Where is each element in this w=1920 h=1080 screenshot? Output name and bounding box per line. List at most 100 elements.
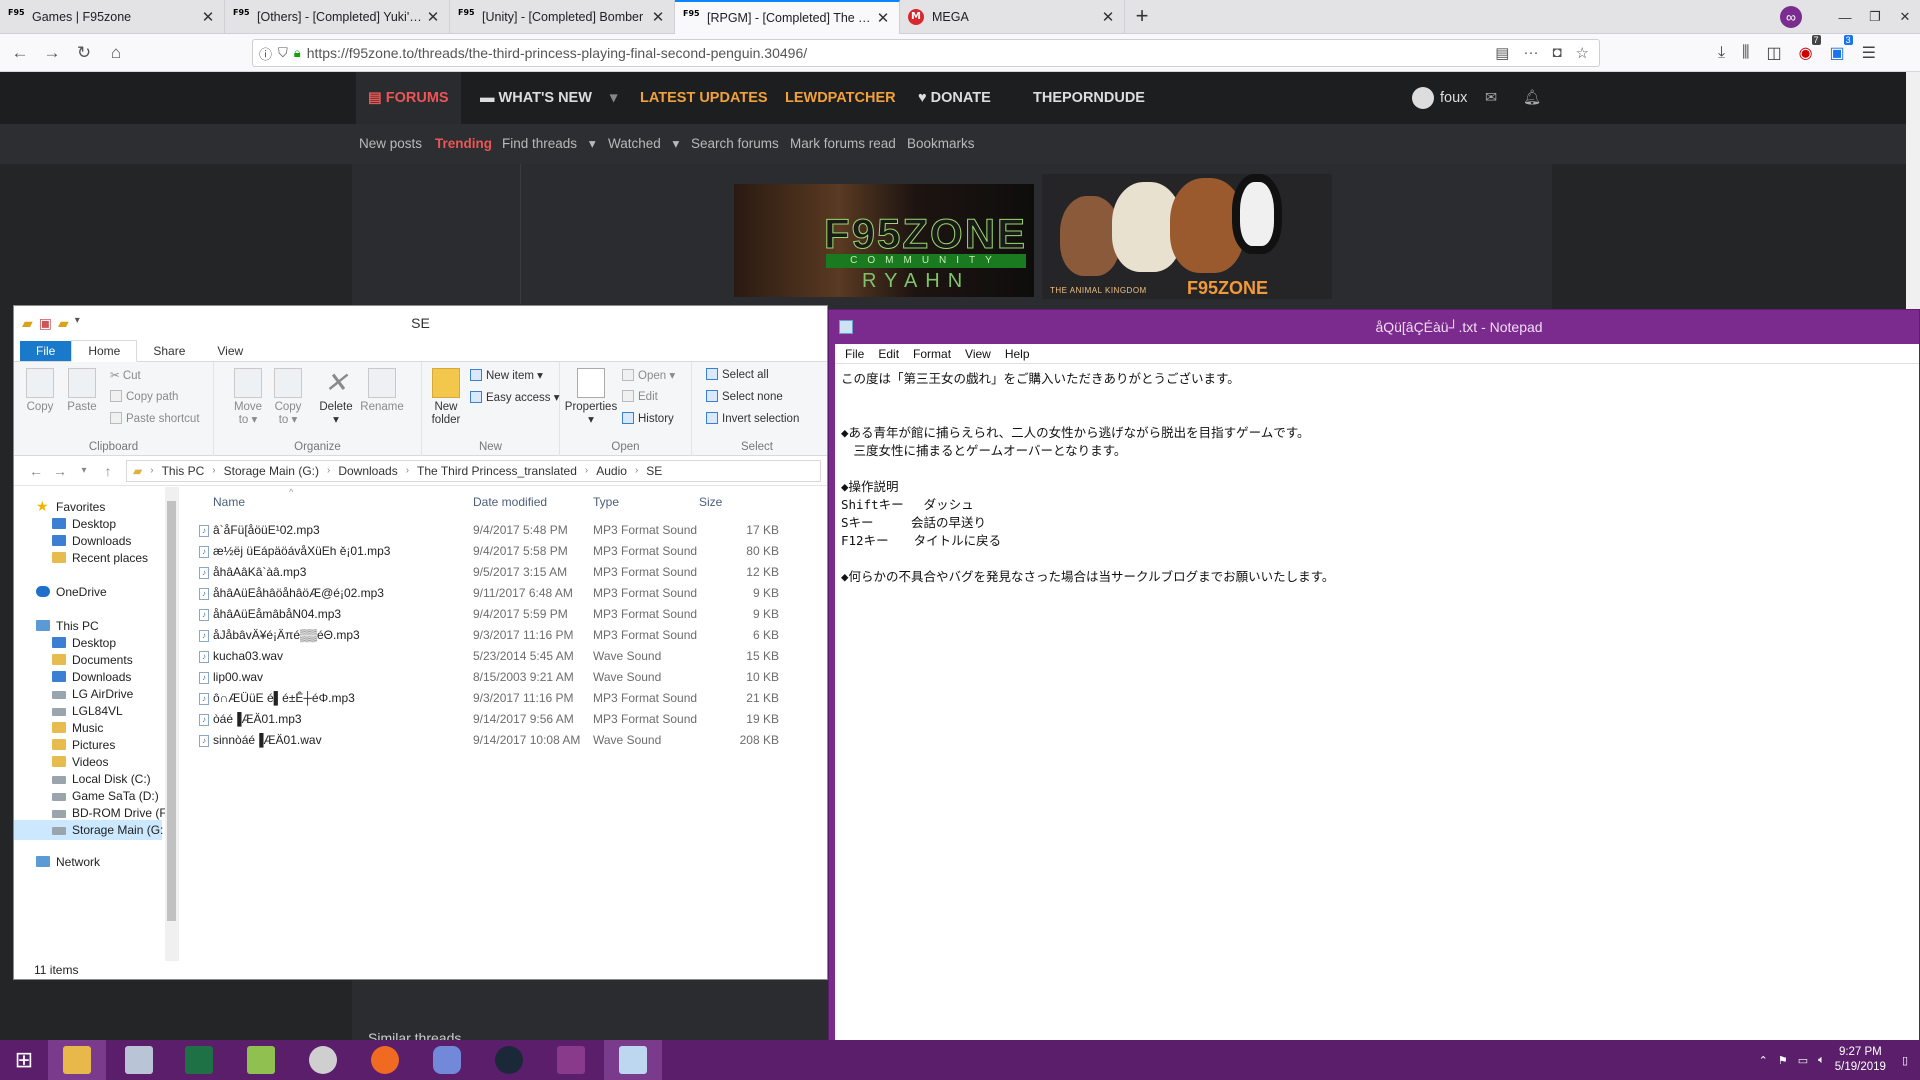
tab-bomber[interactable]: F95 [Unity] - [Completed] Bomber ✕: [450, 0, 675, 34]
subnav-find-threads[interactable]: Find threads ▾: [502, 124, 596, 164]
crumb-se[interactable]: SE: [646, 464, 662, 478]
copy-button[interactable]: Copy: [22, 368, 58, 414]
taskbar-excel[interactable]: [170, 1040, 228, 1080]
taskbar-firefox[interactable]: [356, 1040, 414, 1080]
ryahn-banner[interactable]: F95ZONE COMMUNITY RYAHN: [734, 184, 1034, 297]
ribbon-tab-file[interactable]: File: [20, 341, 72, 361]
tracking-shield-icon[interactable]: ⛉: [278, 45, 288, 61]
breadcrumb[interactable]: ▰ › This PC › Storage Main (G:) › Download…: [126, 459, 821, 482]
menu-file[interactable]: File: [845, 347, 864, 361]
file-row[interactable]: ♪ lip00.wav 8/15/2003 9:21 AM Wave Sound 10 …: [179, 667, 827, 688]
page-actions-icon[interactable]: ···: [1523, 44, 1538, 62]
volume-icon[interactable]: 🔈︎: [1818, 1054, 1825, 1067]
paste-button[interactable]: Paste: [64, 368, 100, 414]
easy-access-button[interactable]: Easy access ▾: [470, 390, 560, 404]
subnav-watched[interactable]: Watched ▾: [608, 124, 679, 164]
tray-chevron-icon[interactable]: ⌃: [1759, 1054, 1768, 1067]
tab-mega[interactable]: M MEGA ✕: [900, 0, 1125, 34]
mail-icon[interactable]: ✉: [1485, 72, 1497, 124]
menu-edit[interactable]: Edit: [878, 347, 899, 361]
nav-item[interactable]: OneDrive: [14, 582, 107, 602]
taskbar-notepad[interactable]: [604, 1040, 662, 1080]
user-menu[interactable]: foux: [1412, 72, 1467, 124]
url-text[interactable]: https://f95zone.to/threads/the-third-pri…: [307, 45, 807, 61]
reload-button[interactable]: ↻: [68, 43, 100, 63]
column-name[interactable]: Name: [213, 495, 245, 509]
animal-kingdom-banner[interactable]: THE ANIMAL KINGDOM F95ZONE: [1042, 174, 1332, 299]
sidebar-icon[interactable]: ◫: [1766, 43, 1781, 63]
nav-donate[interactable]: ♥ DONATE: [918, 72, 991, 124]
column-date[interactable]: Date modified: [473, 495, 547, 509]
crumb-third-princess[interactable]: The Third Princess_translated: [417, 464, 577, 478]
bookmark-star-icon[interactable]: ☆: [1576, 44, 1589, 62]
subnav-new-posts[interactable]: New posts: [359, 124, 422, 164]
scrollbar-thumb[interactable]: [167, 501, 176, 921]
close-tab-icon[interactable]: ✕: [200, 8, 216, 26]
new-folder-button[interactable]: New folder: [426, 368, 466, 427]
notepad-text-area[interactable]: この度は「第三王女の戯れ」をご購入いただきありがとうございます。 ◆ある青年が館…: [835, 364, 1919, 1040]
nav-theporndude[interactable]: THEPORNDUDE: [1033, 72, 1145, 124]
clock[interactable]: 9:27 PM 5/19/2019: [1835, 1045, 1886, 1075]
nav-item[interactable]: Storage Main (G:: [14, 820, 163, 840]
taskbar-winrar[interactable]: [542, 1040, 600, 1080]
move-to-button[interactable]: Move to ▾: [230, 368, 266, 427]
network-icon[interactable]: ▭: [1798, 1054, 1808, 1067]
new-item-button[interactable]: New item ▾: [470, 368, 543, 382]
close-tab-icon[interactable]: ✕: [650, 8, 666, 26]
file-row[interactable]: ♪ åJåbâvÄ¥é¡Äπé▒▒éΘ.mp3 9/3/2017 11:16 PM M…: [179, 625, 827, 646]
nav-lewdpatcher[interactable]: LEWDPATCHER: [785, 72, 896, 124]
subnav-bookmarks[interactable]: Bookmarks: [907, 124, 975, 164]
crumb-downloads[interactable]: Downloads: [338, 464, 397, 478]
close-window-button[interactable]: ✕: [1890, 9, 1920, 25]
taskbar-disc[interactable]: [294, 1040, 352, 1080]
select-none-button[interactable]: Select none: [706, 390, 783, 403]
nav-forums[interactable]: ▤ FORUMS: [356, 72, 461, 124]
url-bar[interactable]: ⓘ ⛉ 🔒︎ https://f95zone.to/threads/the-th…: [252, 39, 1600, 67]
crumb-this-pc[interactable]: This PC: [162, 464, 205, 478]
invert-selection-button[interactable]: Invert selection: [706, 412, 799, 425]
subnav-search-forums[interactable]: Search forums: [691, 124, 779, 164]
file-row[interactable]: ♪ åhâAâKâ`àâ.mp3 9/5/2017 3:15 AM MP3 Forma…: [179, 562, 827, 583]
ribbon-tab-share[interactable]: Share: [137, 341, 201, 361]
reader-view-icon[interactable]: ▤: [1495, 44, 1509, 62]
properties-button[interactable]: Properties ▾: [564, 368, 618, 427]
downloads-icon[interactable]: ⤓: [1718, 44, 1725, 62]
tab-third-princess[interactable]: F95 [RPGM] - [Completed] The Thi ✕: [675, 0, 900, 34]
recent-dropdown-icon[interactable]: ▾: [72, 465, 96, 476]
paste-shortcut-button[interactable]: Paste shortcut: [110, 412, 200, 425]
pocket-icon[interactable]: ◘: [1552, 44, 1561, 62]
notepad-titlebar[interactable]: åQü[âÇÉàü┘.txt - Notepad: [829, 310, 1919, 344]
taskbar-discord[interactable]: [418, 1040, 476, 1080]
forward-arrow-icon[interactable]: →: [48, 463, 72, 479]
back-button[interactable]: ←: [4, 43, 36, 63]
file-row[interactable]: ♪ åhâAüEåhâöåhâöÆ@é¡02.mp3 9/11/2017 6:48 …: [179, 583, 827, 604]
file-row[interactable]: ♪ åhâAüEåmâbåN04.mp3 9/4/2017 5:59 PM MP3 F…: [179, 604, 827, 625]
info-icon[interactable]: ⓘ: [259, 44, 272, 63]
back-arrow-icon[interactable]: ←: [24, 463, 48, 479]
crumb-audio[interactable]: Audio: [596, 464, 627, 478]
lock-icon[interactable]: 🔒︎: [294, 45, 301, 61]
flag-icon[interactable]: ⚑: [1778, 1054, 1788, 1067]
history-button[interactable]: History: [622, 412, 674, 425]
close-tab-icon[interactable]: ✕: [425, 8, 441, 26]
menu-format[interactable]: Format: [913, 347, 951, 361]
ribbon-tab-home[interactable]: Home: [71, 340, 138, 362]
file-row[interactable]: ♪ æ½ëj üEápäöávåXüEh ě¡01.mp3 9/4/2017 5:5…: [179, 541, 827, 562]
menu-help[interactable]: Help: [1005, 347, 1030, 361]
subnav-trending[interactable]: Trending: [435, 124, 492, 164]
start-button[interactable]: ⊞: [0, 1040, 48, 1080]
taskbar-explorer[interactable]: [48, 1040, 106, 1080]
library-icon[interactable]: ⫼: [1742, 44, 1749, 62]
file-row[interactable]: ♪ ô∩ÆÜüE é▌é±Ê┼éΦ.mp3 9/3/2017 11:16 PM MP3…: [179, 688, 827, 709]
ublock-icon[interactable]: ◉ 7: [1799, 35, 1821, 63]
taskbar-notepadpp[interactable]: [232, 1040, 290, 1080]
nav-pane-scrollbar[interactable]: [165, 487, 178, 961]
copy-to-button[interactable]: Copy to ▾: [270, 368, 306, 427]
nav-item[interactable]: Recent places: [14, 548, 148, 568]
tab-games[interactable]: F95 Games | F95zone ✕: [0, 0, 225, 34]
tab-yukis[interactable]: F95 [Others] - [Completed] Yuki's T ✕: [225, 0, 450, 34]
close-tab-icon[interactable]: ✕: [1100, 8, 1116, 26]
menu-view[interactable]: View: [965, 347, 991, 361]
column-type[interactable]: Type: [593, 495, 619, 509]
ribbon-tab-view[interactable]: View: [201, 341, 259, 361]
